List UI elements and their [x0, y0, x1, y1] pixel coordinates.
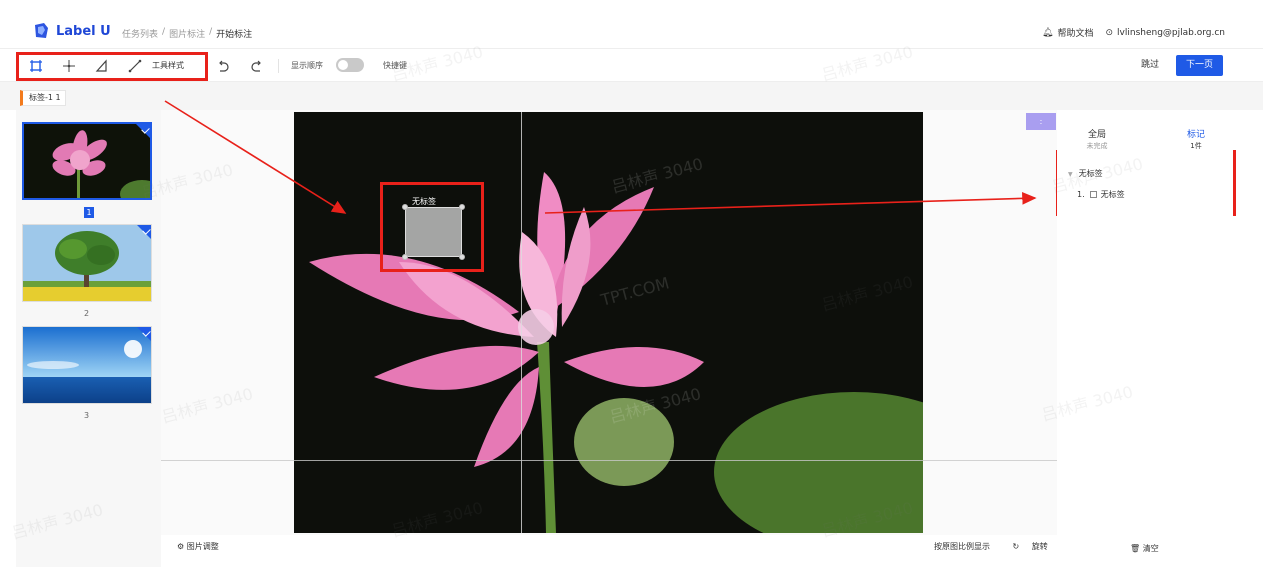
annotation-arrow: [164, 100, 347, 214]
tab-marks-label: 标记: [1186, 130, 1205, 140]
tab-global-label: 全局: [1087, 130, 1106, 140]
tree-group-label: 无标签: [1078, 169, 1103, 178]
caret-down-icon: ▼: [1068, 171, 1073, 178]
tree-item-index: 1.: [1077, 190, 1085, 199]
rotate-icon: ↻: [1012, 542, 1020, 551]
tree-group[interactable]: ▼ 无标签: [1068, 168, 1103, 179]
settings-icon: ⚙: [177, 542, 185, 551]
rect-shape-icon: [1089, 191, 1097, 198]
panel-toggle-button[interactable]: :: [1026, 113, 1056, 130]
tree-item[interactable]: 1. 无标签: [1077, 189, 1125, 200]
canvas-bottom-actions: 按原图比例显示 ↻ 旋转: [934, 541, 1048, 552]
tab-global-status: 未完成: [1086, 142, 1108, 150]
tab-marks-count: 1件: [1190, 142, 1202, 150]
rotate-label: 旋转: [1031, 542, 1048, 551]
tab-global[interactable]: 全局 未完成: [1083, 127, 1111, 151]
original-ratio-button[interactable]: 按原图比例显示: [934, 542, 990, 551]
annotation-arrow: [544, 191, 1037, 214]
rotate-button[interactable]: ↻ 旋转: [1003, 542, 1048, 551]
tree-item-label: 无标签: [1100, 190, 1125, 199]
clear-label: 清空: [1142, 544, 1159, 553]
tab-marks[interactable]: 标记 1件: [1182, 127, 1210, 151]
clear-button[interactable]: 🗑︎ 清空: [1130, 543, 1159, 554]
image-adjust-button[interactable]: ⚙ 图片调整: [177, 541, 219, 552]
image-adjust-label: 图片调整: [186, 542, 219, 551]
trash-icon: 🗑︎: [1130, 544, 1141, 553]
